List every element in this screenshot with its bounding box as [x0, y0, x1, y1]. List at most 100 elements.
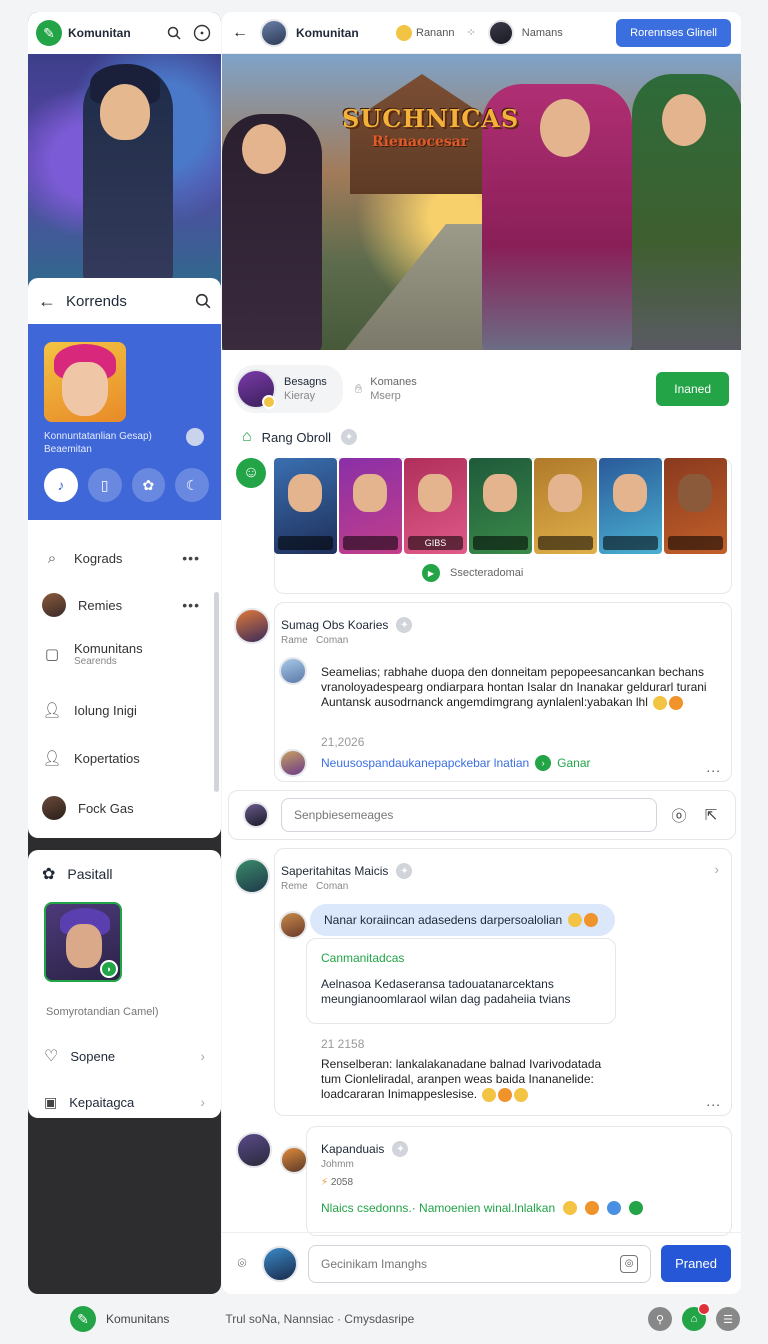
profile-avatar[interactable]: ◗ — [44, 902, 122, 982]
character-card[interactable] — [339, 458, 402, 554]
comment-date: 2058 — [330, 1177, 354, 1188]
primary-cta-button[interactable]: Rorennses Glinell — [616, 18, 731, 47]
dots-icon[interactable]: ⁘ — [467, 26, 476, 39]
chevron-right-icon: › — [200, 1094, 205, 1110]
message-bubble: Nanar koraiincan adasedens darpersoaloli… — [310, 904, 615, 936]
menu-item-title: Komunitans — [74, 641, 143, 656]
back-arrow-icon[interactable]: ← — [38, 291, 56, 312]
author-chip[interactable]: Besagns Kieray — [234, 365, 343, 413]
character-card[interactable]: GIBS — [404, 458, 467, 554]
chevron-right-icon[interactable]: › — [714, 861, 719, 877]
emoji-icon — [607, 1201, 622, 1215]
character-card-label: GIBS — [408, 536, 463, 550]
info-icon[interactable]: ⓞ — [669, 805, 689, 826]
attach-icon[interactable]: ◎ — [620, 1254, 639, 1273]
community-avatar[interactable] — [44, 342, 126, 422]
avatar — [243, 802, 269, 828]
footer-brand[interactable]: Komunitans — [106, 1312, 169, 1326]
share-icon[interactable]: ⇱ — [701, 806, 721, 824]
comment-card: Kapanduais ✦ Johmm ⚡︎ 2058 Nlaics csedon… — [306, 1126, 732, 1236]
comment-action[interactable]: Ganar — [557, 756, 590, 770]
main-topbar: ← Komunitan Ranann ⁘ Namans Rorennses Gl… — [222, 12, 741, 54]
more-icon[interactable]: ••• — [182, 597, 200, 613]
scrollbar[interactable] — [214, 592, 219, 792]
menu-item-remies[interactable]: Remies ••• — [28, 583, 214, 627]
gallery-footer-label: Ssecteradomai — [450, 567, 524, 579]
avatar — [236, 369, 276, 409]
phone-icon[interactable]: ▯ — [87, 468, 122, 502]
search-icon[interactable] — [163, 22, 185, 44]
character-card[interactable] — [664, 458, 727, 554]
search-icon[interactable] — [195, 293, 211, 309]
comment-author-name: Sumag Obs Koaries — [281, 618, 389, 632]
emoji-icon — [563, 1201, 578, 1215]
comment-link[interactable]: Nlaics csedonns.· Namoenien winal.lnlalk… — [321, 1201, 555, 1215]
comment-author-name: Kapanduais — [321, 1142, 385, 1156]
person-icon[interactable]: ⚲ — [648, 1307, 672, 1331]
character-card[interactable] — [274, 458, 337, 554]
post-meta: Komanes Mserp — [370, 375, 416, 403]
reply-search-input[interactable]: Senpbiesemeages — [281, 798, 657, 832]
emoji-icon — [653, 695, 668, 710]
character-card[interactable] — [599, 458, 662, 554]
topbar-item-1[interactable]: Ranann — [396, 24, 455, 41]
comment-body: Seamelias; rabhahe duopa den donneitam p… — [321, 665, 721, 710]
more-icon[interactable]: ... — [706, 759, 721, 775]
back-arrow-icon[interactable]: ← — [232, 24, 252, 42]
avatar[interactable] — [260, 18, 288, 47]
feed-icon[interactable]: ♪ — [44, 468, 78, 502]
smile-icon[interactable]: ☺ — [236, 458, 266, 488]
logo-icon: ✎ — [70, 1306, 96, 1332]
send-button[interactable]: Praned — [661, 1245, 731, 1282]
comment-link-row: Nlaics csedonns.· Namoenien winal.lnlalk… — [321, 1201, 644, 1215]
logo-icon: ✎ — [36, 20, 62, 46]
menu-item-kograds[interactable]: ⌕ Kograds ••• — [28, 536, 214, 580]
info-icon[interactable]: ✦ — [341, 429, 358, 445]
topbar-item-2[interactable]: Namans — [522, 27, 563, 39]
character-card[interactable] — [534, 458, 597, 554]
camera-icon[interactable]: ⌾ — [232, 1255, 252, 1272]
avatar — [42, 796, 66, 820]
menu-item-fock-gas[interactable]: Fock Gas — [28, 786, 214, 830]
message-input[interactable]: Gecinikam Imanghs ◎ — [308, 1244, 652, 1283]
moon-icon[interactable]: ☾ — [175, 468, 209, 502]
avatar — [279, 749, 307, 777]
avatar[interactable] — [236, 1132, 272, 1168]
author-subtitle: Kieray — [284, 390, 316, 402]
comment-date: 21 2158 — [321, 1037, 365, 1051]
chat-icon[interactable]: ☰ — [716, 1307, 740, 1331]
chevron-right-icon: › — [200, 1048, 205, 1064]
follow-button[interactable]: Inaned — [656, 372, 729, 406]
avatar[interactable] — [234, 858, 270, 894]
menu-item-iolung[interactable]: 👤︎ Iolung Inigi — [28, 688, 214, 732]
lightning-icon: ⚡︎ — [321, 1177, 329, 1188]
notification-icon[interactable]: ⌂ — [682, 1303, 710, 1331]
profile-panel: ✿ Pasitall ◗ Somyrotandian Camel) ♡ Sope… — [28, 850, 221, 1118]
avatar[interactable] — [234, 608, 270, 644]
avatar — [42, 593, 66, 617]
badge-icon: ✿ — [42, 866, 56, 883]
profile-link-sopene[interactable]: ♡ Sopene › — [28, 1036, 221, 1076]
banner-subtitle: Rienaocesar — [372, 134, 469, 150]
gallery-title: Rang Obroll — [261, 429, 332, 445]
more-circle-icon[interactable] — [191, 22, 213, 44]
menu-item-komunitans[interactable]: ▢ Komunitans Searends — [28, 630, 214, 678]
character-card[interactable] — [469, 458, 532, 554]
message-input-placeholder: Gecinikam Imanghs — [321, 1256, 428, 1271]
post-header: Besagns Kieray ✋︎ Komanes Mserp Inaned — [222, 350, 741, 428]
avatar[interactable] — [280, 1146, 308, 1174]
more-icon[interactable]: ••• — [182, 550, 200, 566]
profile-link-kepaitagca[interactable]: ▣ Kepaitagca › — [28, 1082, 221, 1122]
avatar[interactable] — [487, 19, 514, 46]
menu-item-kopertatios[interactable]: 👤︎ Kopertatios — [28, 736, 214, 780]
image-icon: ▣ — [44, 1093, 58, 1110]
settings-icon[interactable] — [186, 428, 204, 446]
group-icon[interactable]: ✿ — [131, 468, 166, 502]
community-actions: ♪ ▯ ✿ ☾ — [44, 468, 209, 502]
community-panel-title: Korrends — [66, 292, 127, 310]
menu-item-label: Kopertatios — [74, 750, 140, 766]
comment-link[interactable]: Neuusospandaukanepapckebar lnatian — [321, 756, 529, 770]
play-icon: ▶ — [422, 564, 440, 582]
gallery-footer[interactable]: ▶ Ssecteradomai — [422, 564, 523, 582]
more-icon[interactable]: ... — [706, 1093, 721, 1109]
